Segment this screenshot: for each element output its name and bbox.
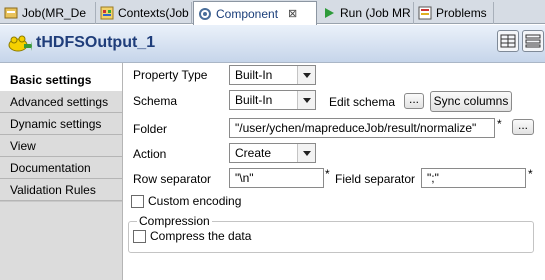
property-type-label: Property Type	[133, 68, 208, 82]
compress-data-label: Compress the data	[150, 229, 252, 243]
compress-data-checkbox[interactable]	[133, 230, 146, 243]
field-separator-required-mark: *	[528, 167, 533, 181]
hdfs-output-icon	[8, 32, 32, 54]
tab-problems-label: Problems	[436, 6, 487, 20]
chevron-down-icon	[297, 91, 315, 109]
nav-dynamic-settings[interactable]: Dynamic settings	[0, 113, 122, 135]
nav-documentation[interactable]: Documentation	[0, 157, 122, 179]
row-separator-label: Row separator	[133, 172, 212, 186]
nav-view[interactable]: View	[0, 135, 122, 157]
tab-job-label: Job(MR_De	[22, 6, 87, 20]
schema-label: Schema	[133, 94, 178, 108]
tab-contexts-label: Contexts(Job	[118, 6, 189, 20]
property-type-value: Built-In	[235, 68, 273, 82]
schema-value: Built-In	[235, 93, 273, 107]
form-view-button[interactable]	[522, 30, 544, 52]
action-label: Action	[133, 147, 167, 161]
folder-browse-button[interactable]: ...	[512, 119, 534, 135]
component-icon	[198, 7, 212, 21]
form-view-icon	[525, 34, 541, 48]
component-header: tHDFSOutput_1	[0, 25, 545, 63]
tab-contexts[interactable]: Contexts(Job	[96, 2, 192, 24]
editor-tab-bar: Job(MR_De Contexts(Job Component ⊠ Run (…	[0, 0, 545, 25]
tab-component-label: Component	[216, 6, 279, 21]
nav-advanced-settings[interactable]: Advanced settings	[0, 91, 122, 113]
folder-label: Folder	[133, 122, 168, 136]
folder-input[interactable]: "/user/ychen/mapreduceJob/result/normali…	[229, 118, 495, 138]
edit-schema-label: Edit schema	[329, 95, 396, 109]
edit-schema-button[interactable]: ...	[404, 93, 424, 109]
tab-job[interactable]: Job(MR_De	[0, 2, 96, 24]
tab-run[interactable]: Run (Job MR	[318, 2, 414, 24]
contexts-icon	[100, 6, 114, 20]
run-icon	[322, 6, 336, 20]
sync-columns-button[interactable]: Sync columns	[430, 91, 512, 112]
tab-run-label: Run (Job MR	[340, 6, 411, 20]
action-value: Create	[235, 146, 272, 160]
field-separator-input[interactable]: ";"	[421, 168, 526, 188]
table-view-button[interactable]	[497, 30, 519, 52]
custom-encoding-checkbox[interactable]	[131, 195, 144, 208]
custom-encoding-label: Custom encoding	[148, 194, 242, 208]
compression-legend: Compression	[137, 214, 212, 228]
chevron-down-icon	[297, 144, 315, 162]
settings-nav: Basic settings Advanced settings Dynamic…	[0, 69, 126, 280]
problems-icon	[418, 6, 432, 20]
chevron-down-icon	[297, 66, 315, 84]
action-select[interactable]: Create	[229, 143, 316, 163]
row-separator-required-mark: *	[325, 167, 330, 181]
nav-empty-area	[0, 202, 122, 280]
component-title: tHDFSOutput_1	[36, 34, 156, 51]
grid-view-icon	[500, 34, 516, 48]
folder-required-mark: *	[497, 117, 502, 131]
tab-overflow-region	[494, 2, 545, 24]
close-icon[interactable]: ⊠	[288, 7, 297, 20]
property-type-select[interactable]: Built-In	[229, 65, 316, 85]
field-separator-label: Field separator	[335, 172, 416, 186]
row-separator-input[interactable]: "\n"	[229, 168, 324, 188]
job-icon	[4, 6, 18, 20]
nav-basic-settings[interactable]: Basic settings	[0, 69, 126, 91]
nav-validation-rules[interactable]: Validation Rules	[0, 179, 122, 201]
tab-problems[interactable]: Problems	[414, 2, 494, 24]
tab-component[interactable]: Component ⊠	[193, 1, 317, 25]
schema-select[interactable]: Built-In	[229, 90, 316, 110]
